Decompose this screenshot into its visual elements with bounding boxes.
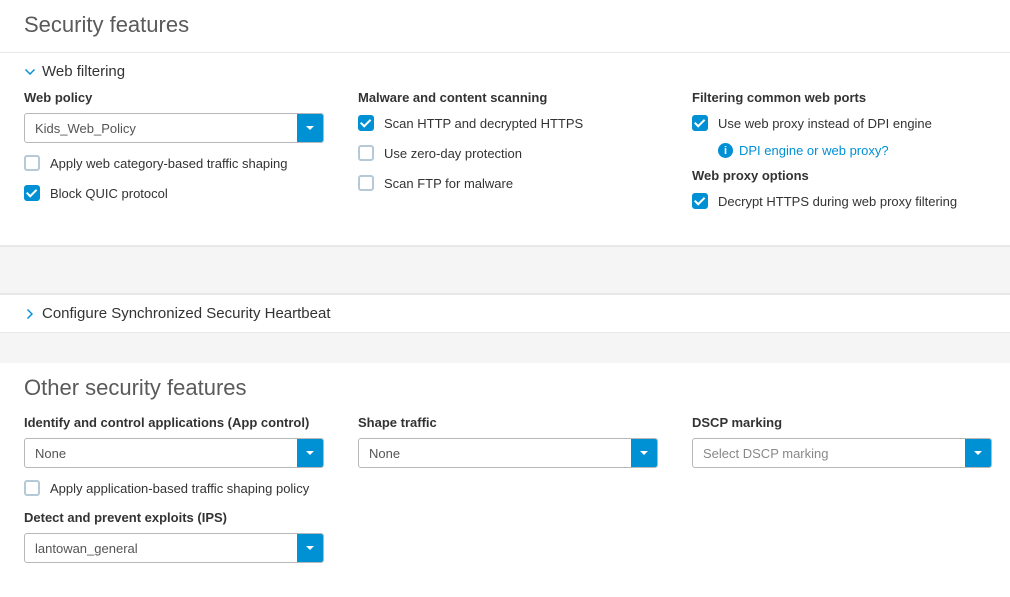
app-control-label: Identify and control applications (App c…	[24, 415, 318, 430]
decrypt-https-checkbox[interactable]	[692, 193, 708, 209]
scan-http-label: Scan HTTP and decrypted HTTPS	[384, 116, 583, 131]
web-policy-label: Web policy	[24, 90, 318, 105]
ips-value: lantowan_general	[25, 534, 297, 562]
use-proxy-checkbox[interactable]	[692, 115, 708, 131]
web-policy-value: Kids_Web_Policy	[25, 114, 297, 142]
apply-category-checkbox[interactable]	[24, 155, 40, 171]
web-policy-select[interactable]: Kids_Web_Policy	[24, 113, 324, 143]
section-other-title: Other security features	[0, 363, 1010, 415]
dscp-label: DSCP marking	[692, 415, 986, 430]
mini-gap	[0, 333, 1010, 363]
section-security-title: Security features	[0, 0, 1010, 52]
web-filtering-toggle[interactable]: Web filtering	[0, 53, 1010, 90]
shape-traffic-dropdown-button[interactable]	[631, 439, 657, 467]
sync-heartbeat-title: Configure Synchronized Security Heartbea…	[42, 305, 331, 322]
dscp-placeholder: Select DSCP marking	[693, 439, 965, 467]
app-control-value: None	[25, 439, 297, 467]
info-icon: i	[718, 143, 733, 158]
dpi-help-link[interactable]: DPI engine or web proxy?	[739, 143, 889, 158]
decrypt-https-label: Decrypt HTTPS during web proxy filtering	[718, 194, 957, 209]
dscp-select[interactable]: Select DSCP marking	[692, 438, 992, 468]
gap-strip	[0, 246, 1010, 294]
zero-day-checkbox[interactable]	[358, 145, 374, 161]
ports-label: Filtering common web ports	[692, 90, 986, 105]
dscp-dropdown-button[interactable]	[965, 439, 991, 467]
chevron-down-icon	[24, 66, 36, 78]
apply-app-shaping-checkbox[interactable]	[24, 480, 40, 496]
ips-select[interactable]: lantowan_general	[24, 533, 324, 563]
ips-label: Detect and prevent exploits (IPS)	[24, 510, 318, 525]
ips-dropdown-button[interactable]	[297, 534, 323, 562]
block-quic-checkbox[interactable]	[24, 185, 40, 201]
zero-day-label: Use zero-day protection	[384, 146, 522, 161]
web-filtering-title: Web filtering	[42, 63, 125, 80]
web-policy-dropdown-button[interactable]	[297, 114, 323, 142]
shape-traffic-select[interactable]: None	[358, 438, 658, 468]
web-filtering-panel: Web filtering Web policy Kids_Web_Policy…	[0, 52, 1010, 246]
shape-traffic-value: None	[359, 439, 631, 467]
malware-label: Malware and content scanning	[358, 90, 652, 105]
proxy-options-label: Web proxy options	[692, 168, 986, 183]
sync-heartbeat-panel: Configure Synchronized Security Heartbea…	[0, 294, 1010, 333]
block-quic-label: Block QUIC protocol	[50, 186, 168, 201]
apply-category-label: Apply web category-based traffic shaping	[50, 156, 288, 171]
scan-ftp-label: Scan FTP for malware	[384, 176, 513, 191]
apply-app-shaping-label: Apply application-based traffic shaping …	[50, 481, 309, 496]
scan-http-checkbox[interactable]	[358, 115, 374, 131]
scan-ftp-checkbox[interactable]	[358, 175, 374, 191]
shape-traffic-label: Shape traffic	[358, 415, 652, 430]
use-proxy-label: Use web proxy instead of DPI engine	[718, 116, 932, 131]
app-control-dropdown-button[interactable]	[297, 439, 323, 467]
sync-heartbeat-toggle[interactable]: Configure Synchronized Security Heartbea…	[0, 295, 1010, 332]
app-control-select[interactable]: None	[24, 438, 324, 468]
chevron-right-icon	[24, 308, 36, 320]
